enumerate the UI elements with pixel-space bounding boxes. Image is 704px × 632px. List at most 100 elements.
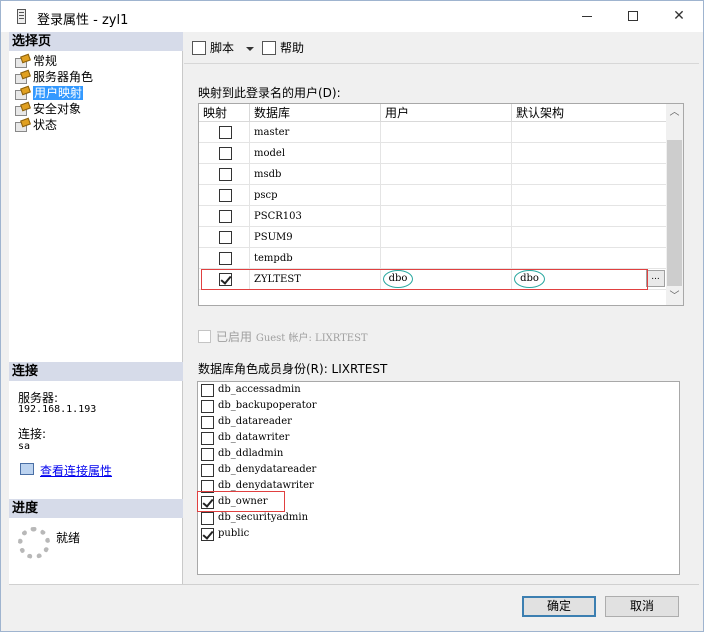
role-checkbox[interactable]	[201, 400, 214, 413]
list-item[interactable]: db_accessadmin	[201, 383, 301, 399]
page-item-server-roles[interactable]: 服务器角色	[13, 69, 93, 85]
page-item-label: 安全对象	[33, 102, 82, 116]
user-cell[interactable]	[381, 185, 512, 206]
database-cell: master	[250, 122, 381, 143]
server-value: 192.168.1.193	[18, 404, 97, 415]
page-item-user-mapping[interactable]: 用户映射	[13, 85, 84, 101]
list-item[interactable]: db_securityadmin	[201, 511, 308, 527]
maximize-button[interactable]	[610, 1, 656, 32]
list-item[interactable]: db_ddladmin	[201, 447, 283, 463]
progress-header: 进度	[9, 499, 183, 518]
schema-cell[interactable]	[512, 164, 666, 185]
table-row[interactable]: PSUM9	[199, 227, 666, 248]
table-row[interactable]: msdb	[199, 164, 666, 185]
user-cell[interactable]	[381, 227, 512, 248]
window-title: 登录属性 - zyl1	[37, 13, 129, 28]
page-item-label: 常规	[33, 54, 58, 68]
page-item-label: 服务器角色	[33, 70, 94, 84]
document-icon	[17, 9, 26, 24]
user-mapping-grid: 映射 数据库 用户 默认架构 master model msdb pscp PS…	[198, 103, 684, 306]
role-membership-list: db_accessadmin db_backupoperator db_data…	[197, 381, 680, 575]
title-bar: 登录属性 - zyl1 ✕	[1, 1, 703, 32]
role-checkbox[interactable]	[201, 384, 214, 397]
map-checkbox[interactable]	[219, 231, 232, 244]
map-checkbox[interactable]	[219, 126, 232, 139]
list-item[interactable]: public	[201, 527, 249, 543]
help-button[interactable]: 帮助	[262, 40, 304, 56]
role-checkbox[interactable]	[201, 464, 214, 477]
table-row[interactable]: master	[199, 122, 666, 143]
role-checkbox[interactable]	[201, 512, 214, 525]
scroll-down-icon[interactable]: ﹀	[666, 288, 683, 305]
chevron-down-icon[interactable]	[246, 47, 254, 51]
page-item-label: 用户映射	[33, 86, 84, 100]
schema-cell[interactable]	[512, 185, 666, 206]
page-item-securables[interactable]: 安全对象	[13, 101, 81, 117]
user-cell[interactable]	[381, 248, 512, 269]
user-cell[interactable]	[381, 143, 512, 164]
connection-value: sa	[18, 441, 31, 452]
role-name: public	[218, 528, 250, 539]
ok-button[interactable]: 确定	[522, 596, 596, 617]
vertical-scrollbar[interactable]: ︿ ﹀	[666, 104, 683, 305]
user-cell[interactable]	[381, 122, 512, 143]
selected-row-highlight	[201, 269, 648, 290]
role-checkbox[interactable]	[201, 448, 214, 461]
browse-schema-button[interactable]: ...	[646, 270, 665, 287]
db-owner-highlight	[197, 491, 285, 512]
guest-label-account: Guest 帐户: LIXRTEST	[255, 333, 368, 344]
map-cell	[199, 164, 250, 185]
table-row[interactable]: tempdb	[199, 248, 666, 269]
map-checkbox[interactable]	[219, 252, 232, 265]
map-checkbox[interactable]	[219, 210, 232, 223]
schema-cell[interactable]	[512, 143, 666, 164]
column-header-user[interactable]: 用户	[381, 104, 512, 122]
list-item[interactable]: db_backupoperator	[201, 399, 317, 415]
page-item-general[interactable]: 常规	[13, 53, 57, 69]
page-icon	[15, 55, 29, 68]
list-item[interactable]: db_denydatareader	[201, 463, 316, 479]
user-cell[interactable]	[381, 206, 512, 227]
role-checkbox[interactable]	[201, 528, 214, 541]
scroll-up-icon[interactable]: ︿	[666, 104, 683, 121]
column-header-default-schema[interactable]: 默认架构	[512, 104, 666, 122]
schema-cell[interactable]	[512, 248, 666, 269]
maximize-icon	[628, 11, 638, 21]
page-icon	[15, 87, 29, 100]
page-item-status[interactable]: 状态	[13, 117, 57, 133]
view-connection-properties-link[interactable]: 查看连接属性	[40, 462, 112, 479]
map-checkbox[interactable]	[219, 189, 232, 202]
guest-enabled-checkbox	[198, 330, 211, 343]
role-checkbox[interactable]	[201, 416, 214, 429]
database-cell: PSCR103	[250, 206, 381, 227]
server-label: 服务器:	[18, 391, 59, 405]
schema-cell[interactable]	[512, 122, 666, 143]
connection-properties-icon	[20, 463, 34, 475]
column-header-database[interactable]: 数据库	[250, 104, 381, 122]
grid-header: 映射 数据库 用户 默认架构	[199, 104, 666, 122]
login-properties-window: 登录属性 - zyl1 ✕ 选择页 常规 服务器角色 用户映射 安全对象 状态 …	[0, 0, 704, 632]
user-cell[interactable]	[381, 164, 512, 185]
list-item[interactable]: db_datawriter	[201, 431, 289, 447]
close-button[interactable]: ✕	[656, 1, 702, 32]
map-checkbox[interactable]	[219, 147, 232, 160]
role-name: db_securityadmin	[218, 512, 309, 523]
minimize-button[interactable]	[564, 1, 610, 32]
schema-cell[interactable]	[512, 227, 666, 248]
scrollbar-thumb[interactable]	[667, 140, 682, 286]
cancel-button[interactable]: 取消	[605, 596, 679, 617]
column-header-map[interactable]: 映射	[199, 104, 250, 122]
map-cell	[199, 227, 250, 248]
toolbar: 脚本 帮助	[184, 32, 699, 64]
guest-label-prefix: 已启用	[216, 330, 256, 344]
map-checkbox[interactable]	[219, 168, 232, 181]
schema-cell[interactable]	[512, 206, 666, 227]
table-row[interactable]: pscp	[199, 185, 666, 206]
script-button[interactable]: 脚本	[192, 40, 234, 56]
table-row[interactable]: PSCR103	[199, 206, 666, 227]
database-cell: PSUM9	[250, 227, 381, 248]
list-item[interactable]: db_datareader	[201, 415, 292, 431]
database-cell: model	[250, 143, 381, 164]
role-checkbox[interactable]	[201, 432, 214, 445]
table-row[interactable]: model	[199, 143, 666, 164]
